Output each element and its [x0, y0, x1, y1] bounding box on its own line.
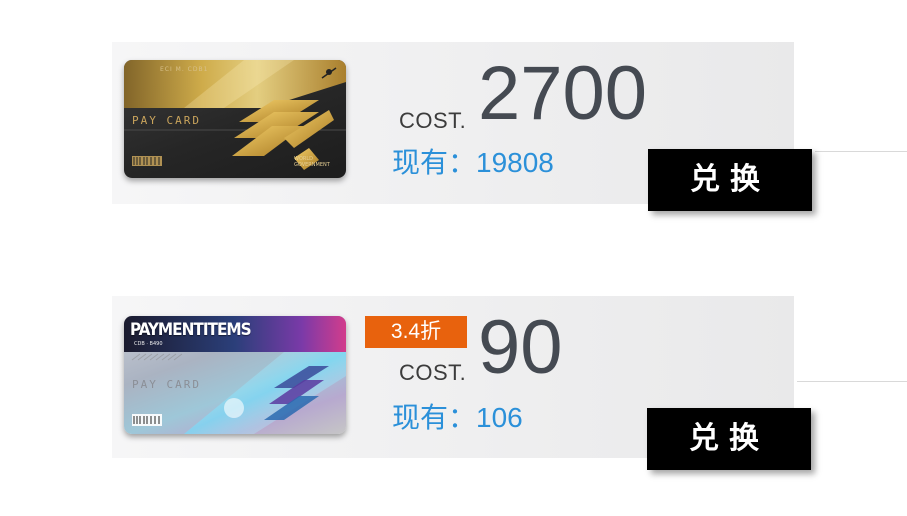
holo-pay-card-icon: PAYMENTITEMS CDB · B490 PAY CARD: [124, 316, 346, 434]
cost-label: COST.: [399, 360, 467, 385]
card-brand: PAYMENTITEMS: [130, 320, 252, 340]
divider-line: [815, 151, 907, 152]
cost-label: COST.: [399, 108, 467, 133]
exchange-button[interactable]: 兑换: [648, 149, 812, 211]
card-org: WORLD GOVERNMENT: [294, 156, 330, 168]
owned-count: 现有：19808: [392, 147, 554, 178]
card-sub: CDB · B490: [134, 341, 163, 347]
card-topline: ECI M. CDB1: [160, 66, 209, 73]
divider-line: [797, 381, 907, 382]
exchange-button[interactable]: 兑换: [647, 408, 811, 470]
card-label: PAY CARD: [132, 378, 201, 391]
shop-item-gold-card: ECI M. CDB1 PAY CARD WORLD GOVERNMENT CO…: [0, 42, 907, 211]
shop-item-holo-card: PAYMENTITEMS CDB · B490 PAY CARD 3.4折 CO…: [0, 296, 907, 470]
owned-count: 现有：106: [392, 402, 523, 433]
gold-pay-card-icon: ECI M. CDB1 PAY CARD WORLD GOVERNMENT: [124, 60, 346, 178]
discount-badge: 3.4折: [365, 316, 467, 348]
cost-value: 90: [478, 305, 563, 390]
card-label: PAY CARD: [132, 114, 201, 127]
cost-value: 2700: [478, 51, 648, 136]
